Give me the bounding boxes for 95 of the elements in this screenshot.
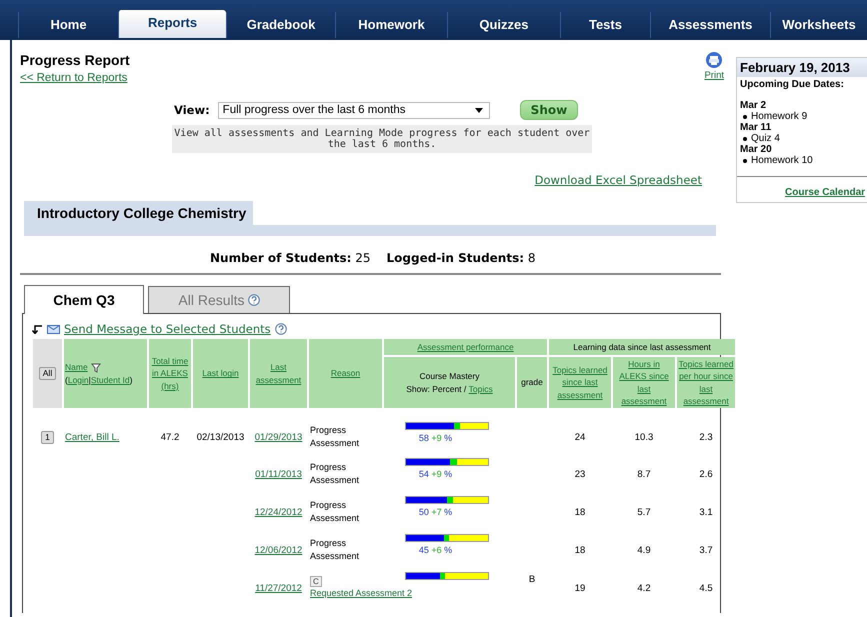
envelope-icon (47, 324, 60, 334)
sort-link[interactable]: Student Id (90, 374, 130, 385)
due-item: Homework 10 (751, 155, 813, 166)
table-cell: 5.7 (637, 506, 651, 518)
due-date: Mar 20 (739, 144, 773, 155)
page-title: Progress Report (20, 52, 130, 68)
reason-text: Progress Assessment (310, 424, 358, 450)
table-cell: 02/13/2013 (196, 432, 244, 443)
table-cell: 47.2 (160, 432, 180, 443)
topics-link[interactable]: Topics (468, 382, 493, 395)
table-cell: 3.1 (699, 506, 713, 518)
row-select-button[interactable]: 1 (41, 430, 54, 444)
table-cell: 2.6 (699, 468, 713, 480)
header-text: | (88, 374, 91, 385)
printer-icon[interactable] (706, 52, 722, 68)
sort-link[interactable]: Total time in ALEKS (150, 355, 190, 380)
nav-tab[interactable]: Quizzes (446, 12, 560, 38)
return-link[interactable]: << Return to Reports (20, 72, 128, 84)
sort-link[interactable]: Topics learned per hour since last assessment (678, 358, 734, 408)
nav-tab[interactable]: Worksheets (770, 12, 867, 38)
view-dropdown[interactable]: Full progress over the last 6 months (218, 102, 490, 118)
section-tab[interactable]: Chem Q3 (24, 285, 144, 314)
sort-link[interactable]: Last login (202, 367, 239, 380)
table-cell: 4.9 (637, 544, 651, 556)
view-description: View all assessments and Learning Mode progress for each student over the last 6 months. (172, 125, 592, 153)
bullet-icon (743, 158, 747, 162)
table-cell: 4.5 (699, 582, 713, 594)
card-title: February 19, 2013 (737, 58, 867, 77)
nav-tab[interactable]: Assessments (650, 12, 770, 38)
nav-tab[interactable]: Gradebook (226, 12, 336, 38)
print-link[interactable]: Print (704, 70, 724, 81)
table-cell: 19 (574, 582, 586, 594)
reason-text: Progress Assessment (310, 461, 358, 488)
reason-text: Progress Assessment (310, 499, 358, 526)
sort-link[interactable]: Login (68, 374, 89, 385)
select-all-button[interactable]: All (38, 367, 56, 380)
sort-link[interactable]: Reason (330, 367, 360, 380)
bullet-icon (743, 136, 747, 140)
table-cell: 10.3 (634, 432, 654, 443)
sort-link[interactable]: Last assessment (251, 361, 306, 386)
student-stat: Logged-in Students: 8 (386, 251, 536, 265)
header-text: Course Mastery (420, 371, 480, 382)
student-link[interactable]: Carter, Bill L. (65, 432, 120, 443)
group-header: Learning data since last assessment (549, 339, 736, 355)
download-link[interactable]: Download Excel Spreadsheet (534, 173, 702, 187)
header-text: Show: Percent / (406, 384, 466, 394)
reason-text: Progress Assessment (310, 537, 358, 564)
table-cell: 4.2 (637, 582, 651, 594)
reason-badge: C (310, 576, 322, 588)
show-button[interactable]: Show (520, 100, 578, 120)
assessment-date-link[interactable]: 12/06/2012 (254, 544, 302, 556)
assessment-date-link[interactable]: 11/27/2012 (255, 582, 302, 594)
sort-link[interactable]: Topics learned since last assessment (550, 364, 610, 402)
due-item: Homework 9 (751, 111, 808, 122)
section-tab[interactable]: All Results (148, 286, 290, 313)
grade-header: grade (517, 357, 547, 408)
view-label: View: (174, 103, 210, 117)
header-text: ( (65, 374, 68, 385)
table-cell: 18 (574, 506, 586, 518)
course-calendar-link[interactable]: Course Calendar (785, 187, 866, 198)
table-cell: 23 (574, 468, 586, 480)
student-stat: Number of Students: 25 (210, 251, 371, 265)
group-link[interactable]: Assessment performance (417, 340, 514, 354)
header-text: ) (130, 374, 132, 385)
table-cell: 24 (574, 432, 586, 443)
table-cell: 2.3 (699, 432, 713, 443)
arrow-icon (31, 324, 43, 334)
assessment-date-link[interactable]: 01/11/2013 (255, 468, 302, 480)
nav-tab[interactable]: Reports (118, 10, 226, 38)
caret-icon (474, 108, 483, 112)
nav-tab[interactable]: Homework (335, 12, 447, 38)
send-message-link[interactable]: Send Message to Selected Students (64, 322, 271, 336)
table-cell: 18 (574, 544, 586, 556)
table-cell: 8.7 (637, 468, 651, 480)
bullet-icon (743, 114, 747, 118)
due-dates-heading: Upcoming Due Dates: (739, 78, 845, 92)
help-icon[interactable] (274, 323, 287, 335)
mastery-percent: 58 +9 % (418, 433, 454, 444)
nav-tab[interactable]: Tests (560, 12, 650, 38)
due-item: Quiz 4 (751, 133, 780, 144)
due-date: Mar 11 (739, 122, 772, 133)
assessment-date-link[interactable]: 01/29/2013 (254, 432, 302, 443)
sort-link[interactable]: (hrs) (161, 380, 179, 392)
grade-text: B (528, 574, 536, 586)
table-cell: 3.7 (699, 544, 713, 556)
mastery-percent: 50 +7 % (418, 507, 454, 518)
mastery-percent: 45 +6 % (418, 545, 454, 556)
sort-link[interactable]: Hours in ALEKS since last assessment (614, 358, 674, 408)
requested-assessment-link[interactable]: Requested Assessment 2 (310, 588, 412, 598)
due-date: Mar 2 (739, 100, 768, 111)
sort-link[interactable]: Name (65, 362, 88, 372)
mastery-percent: 54 +9 % (418, 469, 454, 480)
filter-icon[interactable] (90, 363, 101, 374)
assessment-date-link[interactable]: 12/24/2012 (254, 506, 302, 518)
help-icon[interactable] (248, 294, 260, 306)
